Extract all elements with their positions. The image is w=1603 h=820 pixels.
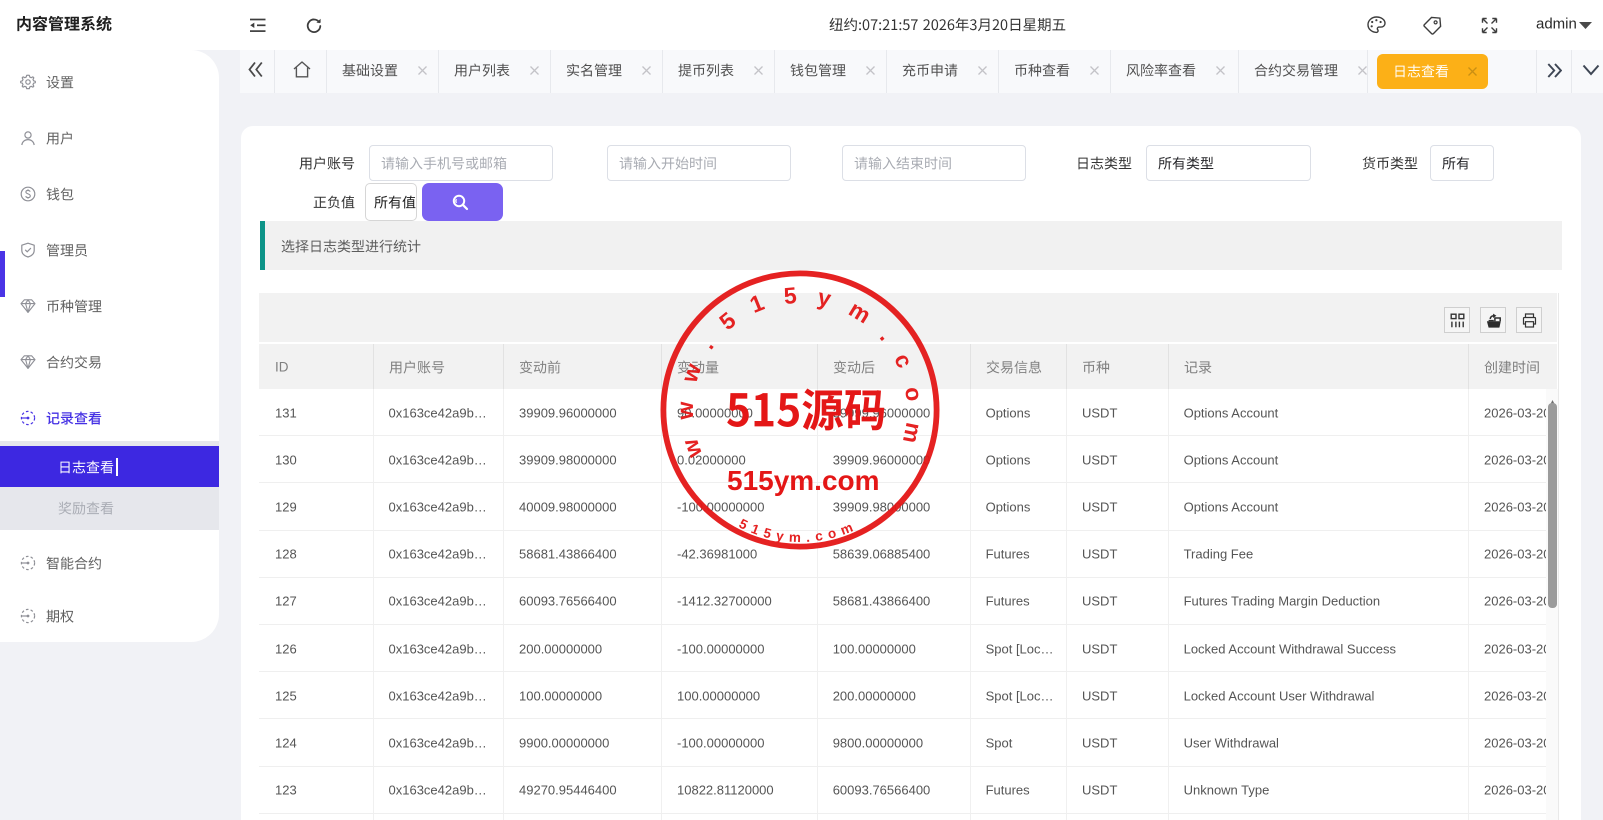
svg-text:y: y (815, 284, 833, 312)
svg-text:1: 1 (749, 521, 762, 538)
svg-text:o: o (826, 525, 838, 542)
svg-text:5: 5 (737, 516, 751, 533)
svg-text:.: . (806, 530, 811, 545)
svg-text:5: 5 (762, 525, 774, 542)
svg-text:.: . (875, 324, 899, 346)
svg-text:5: 5 (783, 282, 798, 309)
svg-text:o: o (900, 385, 928, 403)
svg-text:5: 5 (714, 307, 741, 335)
svg-text:c: c (814, 528, 824, 544)
svg-text:w: w (676, 436, 707, 463)
svg-text:m: m (789, 530, 802, 545)
svg-text:m: m (898, 420, 928, 445)
svg-text:y: y (775, 528, 785, 544)
svg-text:c: c (889, 349, 918, 372)
svg-text:w: w (676, 360, 707, 386)
svg-text:m: m (845, 296, 876, 329)
svg-text:w: w (672, 402, 698, 421)
svg-text:.: . (694, 333, 719, 353)
svg-text:1: 1 (746, 289, 768, 318)
